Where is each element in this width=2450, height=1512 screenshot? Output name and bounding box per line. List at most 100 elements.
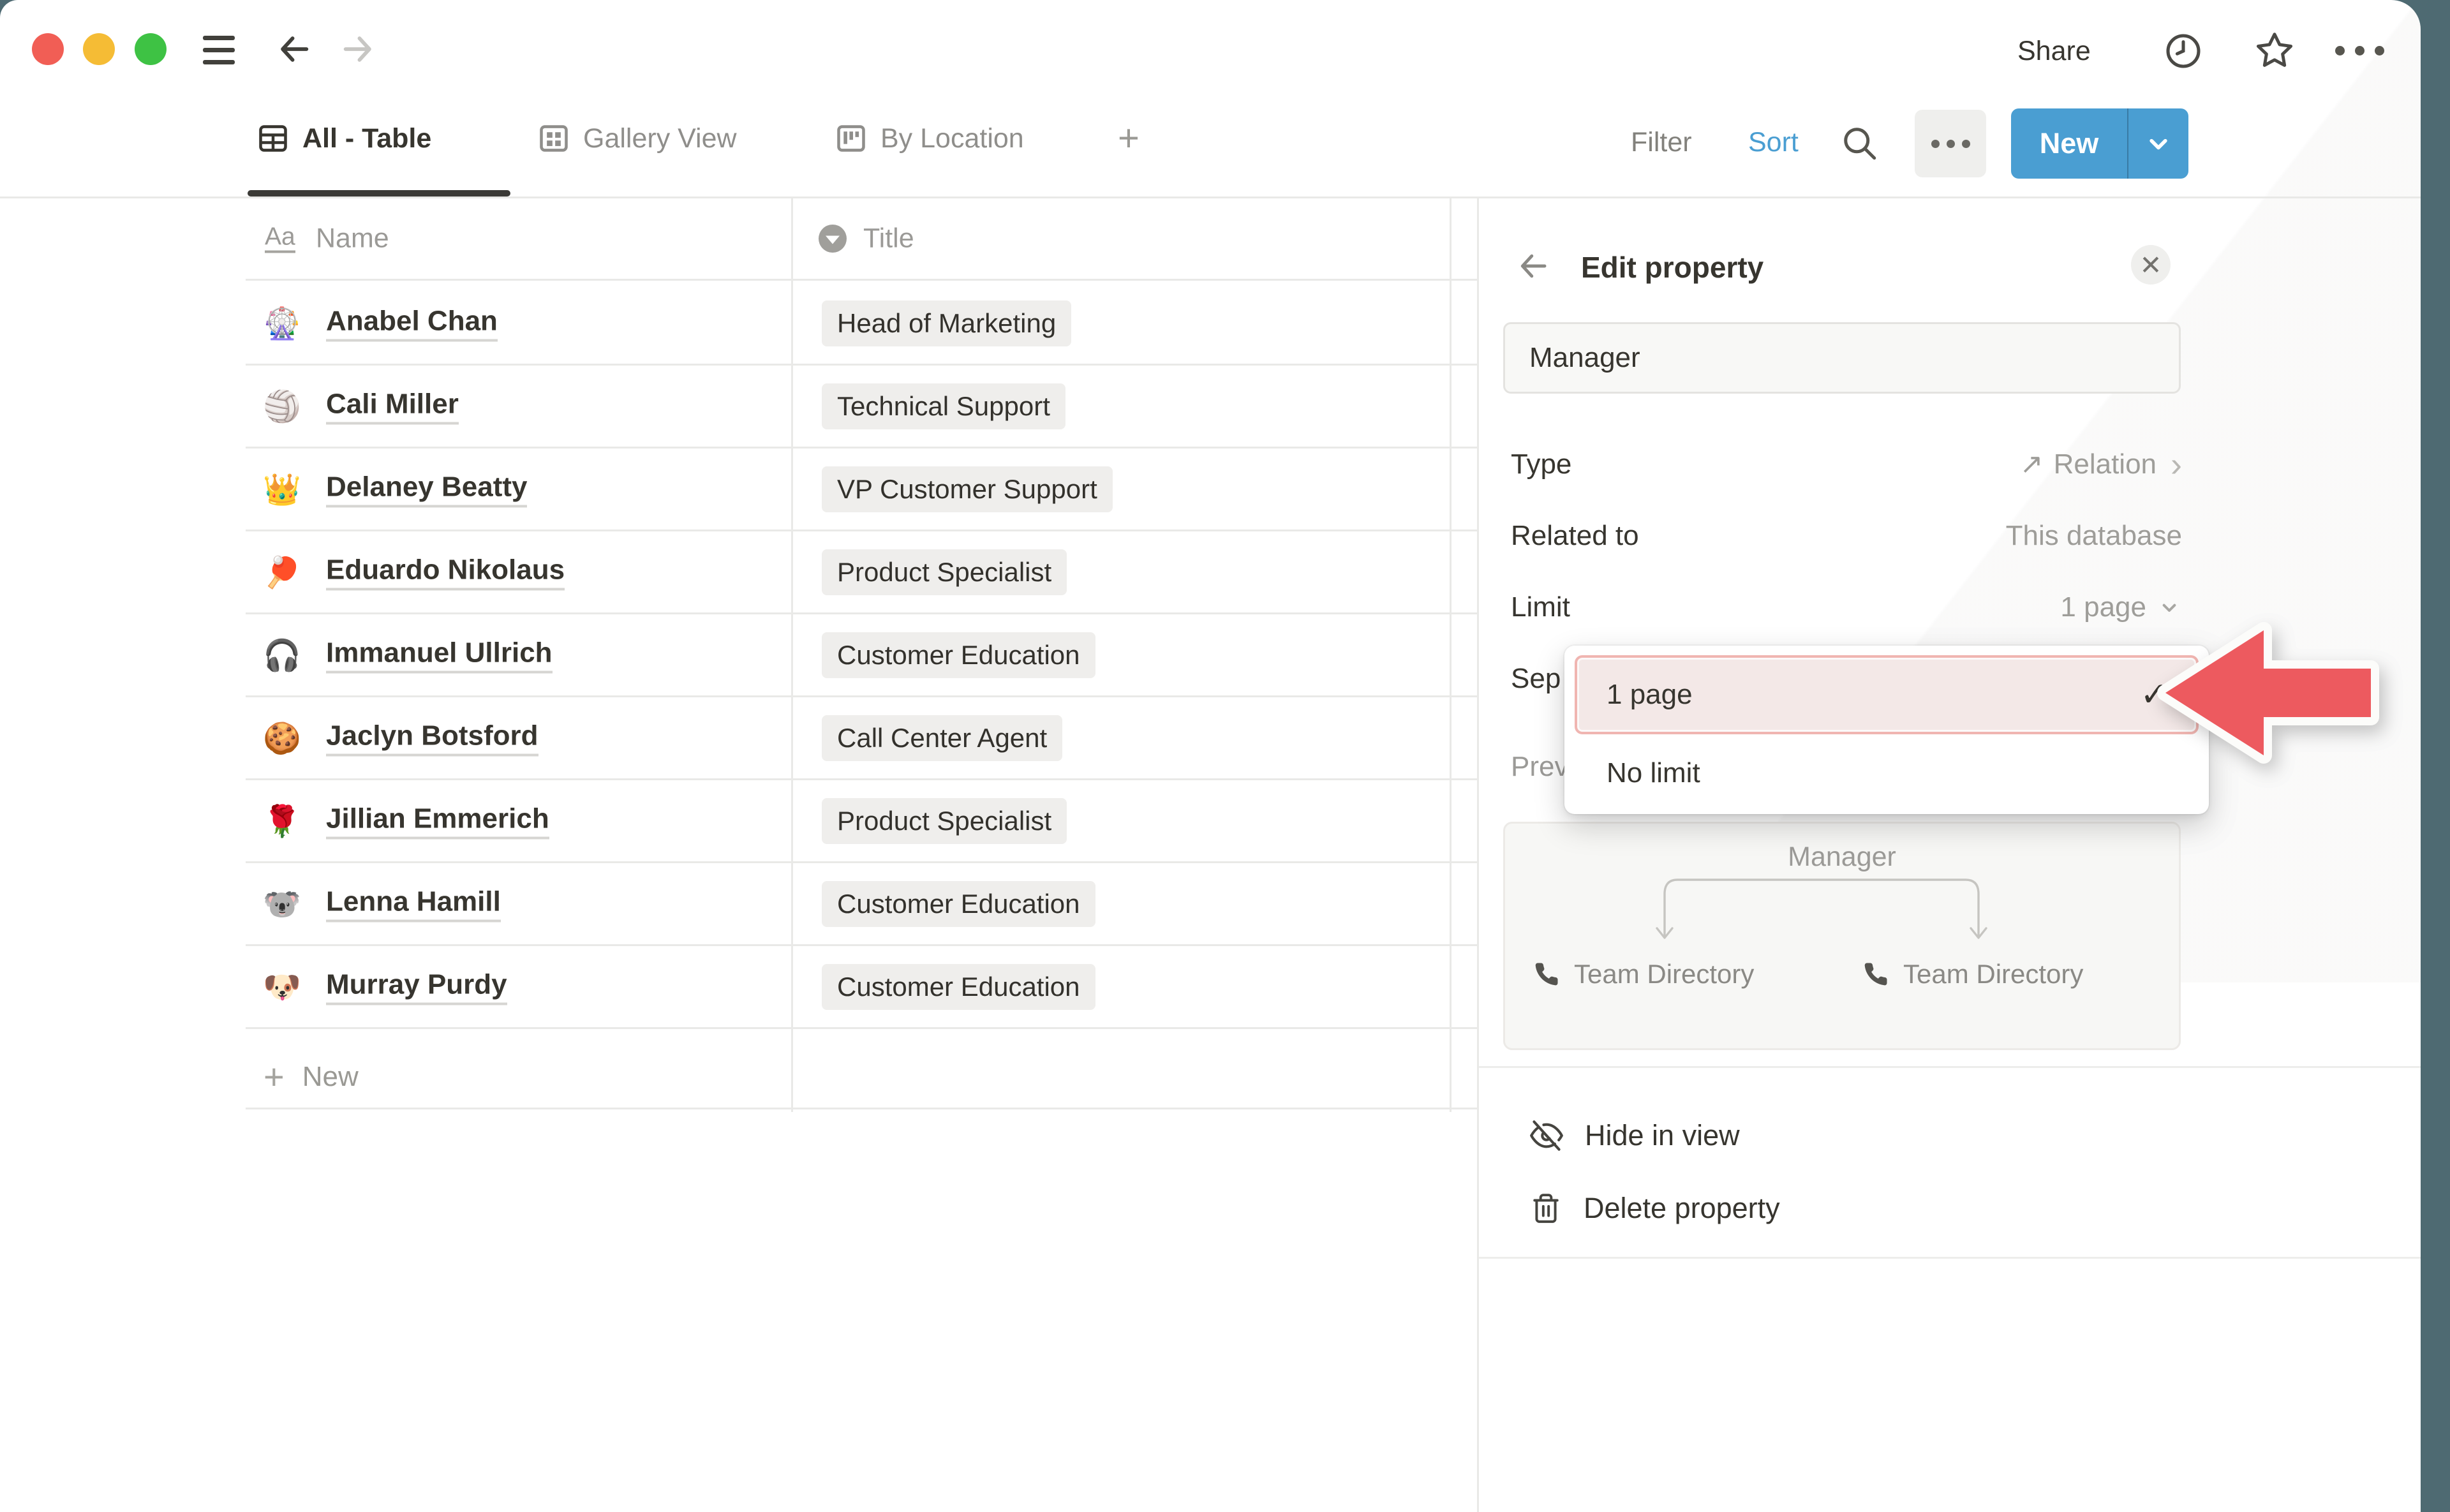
forward-arrow-icon[interactable] (339, 31, 376, 68)
panel-back-icon[interactable] (1516, 249, 1550, 283)
row-title-tag[interactable]: Head of Marketing (822, 300, 1071, 346)
back-arrow-icon[interactable] (276, 31, 313, 68)
row-emoji-icon: 🐨 (262, 886, 302, 922)
relation-arrow-icon: ↗ (2020, 435, 2044, 494)
search-icon[interactable] (1840, 124, 1878, 162)
dropdown-option[interactable]: No limit ✓ (1575, 741, 2199, 805)
preview-child-label: Team Directory (1903, 959, 2083, 989)
hide-in-view-button[interactable]: Hide in view (1530, 1111, 1740, 1160)
tab-label: Gallery View (583, 123, 737, 154)
property-label: Type (1511, 435, 1571, 494)
traffic-light-close[interactable] (32, 33, 64, 65)
row-page-name[interactable]: Jaclyn Botsford (326, 720, 538, 756)
panel-close-icon[interactable]: ✕ (2131, 245, 2171, 285)
row-page-name[interactable]: Cali Miller (326, 388, 459, 424)
related-to-value: This database (2006, 507, 2182, 565)
row-title-tag[interactable]: Product Specialist (822, 798, 1067, 844)
tab-label: All - Table (302, 123, 431, 154)
board-view-icon (835, 122, 868, 155)
row-page-name[interactable]: Immanuel Ullrich (326, 637, 553, 673)
sort-button[interactable]: Sort (1748, 122, 1799, 162)
dropdown-option[interactable]: 1 page ✓ (1575, 655, 2199, 734)
phone-icon (1533, 961, 1560, 988)
delete-property-button[interactable]: Delete property (1530, 1184, 1780, 1233)
row-title-tag[interactable]: Customer Education (822, 632, 1095, 678)
row-emoji-icon: 🏓 (262, 554, 302, 590)
row-page-name[interactable]: Delaney Beatty (326, 471, 527, 507)
check-icon: ✓ (2140, 676, 2168, 714)
row-page-name[interactable]: Lenna Hamill (326, 886, 501, 922)
tab-by-location[interactable]: By Location (835, 116, 1024, 161)
plus-icon: + (264, 1059, 285, 1095)
table-row[interactable]: 🐶 Murray Purdy Customer Education (246, 946, 1477, 1029)
table-row[interactable]: 🐨 Lenna Hamill Customer Education (246, 863, 1477, 946)
table-row[interactable]: 🏓 Eduardo Nikolaus Product Specialist (246, 531, 1477, 614)
row-title-tag[interactable]: VP Customer Support (822, 466, 1113, 512)
add-view-icon[interactable]: + (1118, 119, 1140, 158)
row-title-tag[interactable]: Technical Support (822, 383, 1065, 429)
filter-button[interactable]: Filter (1631, 122, 1692, 162)
property-row-type: Type ↗ Relation › (1511, 435, 2182, 494)
preview-child-label: Team Directory (1574, 959, 1754, 989)
window-more-icon[interactable] (2335, 46, 2396, 56)
row-title-tag[interactable]: Call Center Agent (822, 715, 1062, 761)
table-row[interactable]: 👑 Delaney Beatty VP Customer Support (246, 448, 1477, 531)
new-button-label[interactable]: New (2011, 108, 2128, 179)
table-row[interactable]: 🏐 Cali Miller Technical Support (246, 366, 1477, 448)
sidebar-menu-icon[interactable] (203, 36, 235, 65)
active-tab-underline (248, 190, 510, 196)
star-favorite-icon[interactable] (2253, 29, 2296, 71)
preview-root-label: Manager (1505, 841, 2179, 873)
row-page-name[interactable]: Anabel Chan (326, 305, 498, 341)
panel-section-divider (1479, 1257, 2421, 1259)
row-title-tag[interactable]: Customer Education (822, 881, 1095, 927)
row-emoji-icon: 🌹 (262, 803, 302, 839)
gallery-view-icon (537, 122, 570, 155)
row-page-name[interactable]: Jillian Emmerich (326, 803, 549, 839)
tab-all-table[interactable]: All - Table (256, 116, 431, 161)
hide-in-view-label: Hide in view (1585, 1119, 1740, 1152)
preview-label-clipped: Prev (1511, 737, 1568, 796)
separate-label-clipped: Sep (1511, 649, 1561, 708)
property-name-input[interactable]: Manager (1503, 322, 2181, 394)
row-page-name[interactable]: Murray Purdy (326, 968, 507, 1005)
row-page-name[interactable]: Eduardo Nikolaus (326, 554, 565, 590)
type-value-control[interactable]: ↗ Relation › (2020, 435, 2182, 494)
history-clock-icon[interactable] (2163, 31, 2204, 71)
related-to-value-control[interactable]: This database (2006, 507, 2182, 565)
table-view-icon (256, 122, 290, 155)
panel-section-divider (1479, 1066, 2421, 1068)
table-row[interactable]: 🌹 Jillian Emmerich Product Specialist (246, 780, 1477, 863)
traffic-light-zoom[interactable] (135, 33, 167, 65)
row-title-tag[interactable]: Product Specialist (822, 549, 1067, 595)
traffic-light-minimize[interactable] (83, 33, 115, 65)
select-property-icon (819, 225, 847, 253)
row-title-tag[interactable]: Customer Education (822, 964, 1095, 1010)
limit-value: 1 page (2060, 578, 2146, 637)
new-button[interactable]: New (2011, 108, 2188, 179)
column-header-name[interactable]: Name (316, 223, 389, 255)
table-row[interactable]: 🎧 Immanuel Ullrich Customer Education (246, 614, 1477, 697)
row-emoji-icon: 🐶 (262, 968, 302, 1005)
row-emoji-icon: 🎧 (262, 637, 302, 673)
share-button[interactable]: Share (2017, 32, 2091, 70)
limit-value-control[interactable]: 1 page (2060, 578, 2182, 637)
row-emoji-icon: 🏐 (262, 388, 302, 424)
row-emoji-icon: 👑 (262, 471, 302, 507)
new-dropdown-chevron-icon[interactable] (2128, 108, 2188, 179)
table-row[interactable]: 🍪 Jaclyn Botsford Call Center Agent (246, 697, 1477, 780)
type-value: Relation (2054, 435, 2157, 494)
tab-label: By Location (880, 123, 1024, 154)
title-property-icon: Aa (265, 225, 295, 253)
view-options-ellipsis-button[interactable] (1915, 110, 1986, 177)
new-row-button[interactable]: + New (246, 1046, 1477, 1109)
panel-divider (1477, 198, 1479, 1512)
preview-child-item: Team Directory (1533, 959, 1754, 989)
dropdown-option-label: 1 page (1607, 679, 1693, 711)
row-emoji-icon: 🎡 (262, 305, 302, 341)
column-header-title[interactable]: Title (863, 223, 914, 255)
property-row-limit: Limit 1 page (1511, 578, 2182, 637)
table-row[interactable]: 🎡 Anabel Chan Head of Marketing (246, 283, 1477, 366)
row-emoji-icon: 🍪 (262, 720, 302, 756)
tab-gallery-view[interactable]: Gallery View (537, 116, 737, 161)
